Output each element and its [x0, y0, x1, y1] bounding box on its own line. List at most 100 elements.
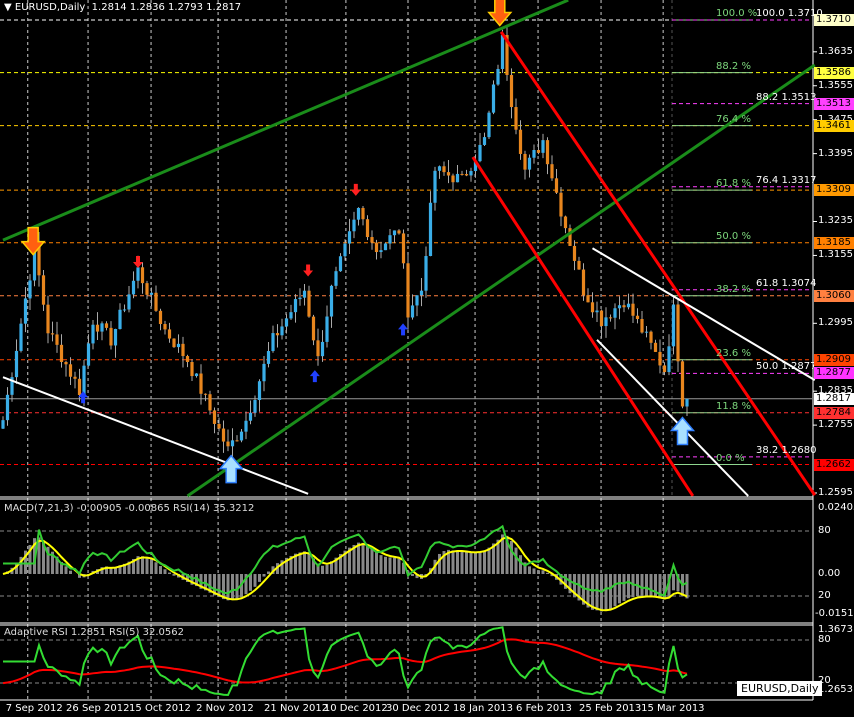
candle-bull	[122, 309, 127, 311]
candle-bear	[73, 376, 77, 379]
candle-bear	[536, 150, 541, 153]
macd-histogram-bar	[622, 574, 626, 601]
candle-bull	[136, 267, 140, 281]
candle-bear	[563, 216, 568, 229]
date-label: 6 Feb 2013	[516, 703, 572, 714]
macd-histogram-bar	[654, 574, 657, 598]
candle-bull	[149, 292, 154, 295]
macd-histogram-bar	[226, 574, 230, 601]
price-tag: 1.3060	[814, 289, 854, 302]
candle-bull	[28, 280, 32, 299]
macd-histogram-bar	[258, 574, 261, 582]
macd-histogram-bar	[168, 572, 171, 574]
macd-histogram-bar	[303, 551, 306, 574]
candle-bull	[532, 150, 536, 158]
arsi-axis-label: 80	[818, 634, 831, 645]
macd-axis-label: 0.02403	[818, 502, 854, 513]
fib-level-label: 61.8 %	[716, 178, 751, 190]
candle-bull	[86, 343, 91, 366]
candle-bear	[622, 305, 626, 308]
price-tag: 1.3309	[814, 184, 854, 197]
candle-bull	[320, 341, 325, 357]
ohlc-values: 1.2814 1.2836 1.2793 1.2817	[91, 2, 242, 13]
macd-histogram-bar	[307, 553, 311, 574]
price-tick-label: 1.3635	[818, 45, 853, 57]
candle-bear	[658, 351, 662, 366]
price-tick-label: 1.2595	[818, 486, 853, 498]
macd-histogram-bar	[456, 550, 459, 574]
macd-histogram-bar	[249, 574, 252, 591]
candle-bear	[572, 245, 577, 261]
candle-bear	[140, 267, 145, 284]
candle-bull	[338, 256, 343, 272]
price-tick-label: 1.3155	[818, 249, 853, 261]
macd-axis-label: 20	[818, 590, 831, 601]
candle-bull	[5, 394, 10, 421]
candle-bull	[482, 137, 487, 145]
candle-bear	[523, 153, 527, 170]
macd-histogram-bar	[627, 574, 630, 599]
candle-bear	[68, 364, 73, 377]
candle-bull	[685, 398, 689, 407]
candle-bull	[487, 112, 491, 138]
candle-bull	[271, 333, 275, 352]
candle-bull	[437, 166, 442, 171]
price-tag: 1.2817	[814, 392, 854, 405]
macd-histogram-bar	[222, 574, 225, 600]
candle-bear	[680, 361, 685, 407]
macd-histogram-bar	[235, 574, 239, 600]
price-tag: 1.2909	[814, 353, 854, 366]
candle-bull	[293, 299, 298, 313]
candle-bull	[527, 157, 532, 170]
candle-bear	[181, 343, 185, 357]
macd-histogram-bar	[510, 540, 513, 574]
candle-bear	[104, 323, 109, 328]
candle-bull	[478, 144, 482, 162]
price-tick-label: 1.2995	[818, 317, 853, 329]
candle-bear	[599, 310, 604, 327]
macd-histogram-bar	[532, 568, 536, 574]
buy-arrow-icon	[309, 370, 320, 383]
macd-histogram-bar	[325, 564, 329, 574]
macd-histogram-bar	[321, 565, 324, 574]
fib2-level-label: 38.2 1.2680	[756, 444, 817, 456]
candle-bull	[347, 231, 352, 244]
candle-bear	[559, 192, 563, 217]
red-channel-lower-line	[471, 156, 695, 497]
price-tag: 1.3513	[814, 97, 854, 110]
candle-bull	[91, 324, 95, 344]
candle-bull	[230, 440, 235, 447]
candle-bull	[298, 297, 302, 300]
candle-bear	[460, 173, 464, 175]
candle-bull	[329, 285, 334, 317]
candle-bear	[208, 394, 212, 411]
date-label: 26 Sep 2012	[66, 703, 130, 714]
macd-histogram-bar	[609, 574, 612, 610]
price-tag: 1.3710	[814, 14, 854, 26]
candle-bear	[653, 342, 658, 352]
date-label: 7 Sep 2012	[5, 703, 63, 714]
fib2-level-label: 50.0 1.2877	[756, 361, 817, 373]
candle-bull	[613, 308, 617, 318]
candle-bear	[649, 331, 653, 343]
macd-histogram-bar	[613, 574, 617, 607]
candle-bull	[82, 365, 86, 395]
candle-bear	[514, 107, 518, 130]
candle-bull	[392, 230, 397, 236]
macd-histogram-bar	[384, 556, 387, 574]
candle-bear	[221, 428, 226, 442]
candle-bull	[424, 256, 428, 291]
chart-header: ▼ EURUSD,Daily 1.2814 1.2836 1.2793 1.28…	[4, 2, 242, 13]
candle-bear	[217, 423, 221, 429]
macd-histogram-bar	[546, 572, 549, 574]
macd-histogram-bar	[672, 574, 675, 591]
candle-bear	[545, 140, 550, 165]
candle-bull	[302, 290, 307, 298]
candle-bull	[500, 35, 505, 69]
candle-bull	[604, 317, 608, 327]
candle-bear	[307, 290, 311, 317]
fib-level-label: 11.8 %	[716, 400, 751, 412]
fib-level-label: 100.0 %	[716, 8, 758, 19]
macd-histogram-bar	[267, 571, 270, 574]
candle-bull	[496, 68, 500, 85]
